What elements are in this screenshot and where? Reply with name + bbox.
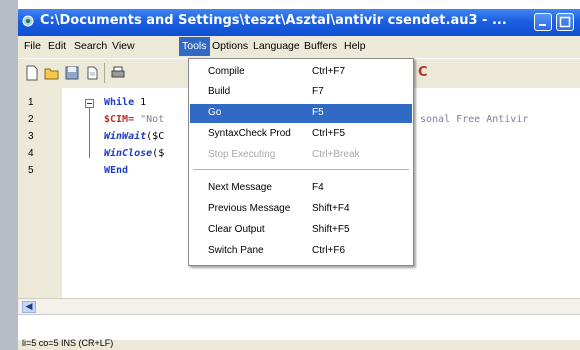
screen-left-edge <box>0 0 18 350</box>
menu-item-switch-pane[interactable]: Switch Pane Ctrl+F6 <box>190 242 412 261</box>
app-icon <box>22 15 34 27</box>
menu-language[interactable]: Language <box>253 40 300 52</box>
status-text: li=5 co=5 INS (CR+LF) <box>22 338 114 348</box>
open-folder-icon[interactable] <box>44 65 60 81</box>
menu-buffers[interactable]: Buffers <box>304 40 337 52</box>
output-pane[interactable] <box>18 314 580 341</box>
menu-tools[interactable]: Tools <box>179 37 210 56</box>
minimize-button[interactable] <box>534 13 552 31</box>
menu-help[interactable]: Help <box>344 40 366 52</box>
line-number: 3 <box>28 131 34 142</box>
menu-item-go[interactable]: Go F5 <box>190 104 412 123</box>
fold-toggle-icon[interactable] <box>85 99 94 108</box>
line-number: 2 <box>28 114 34 125</box>
copy-file-icon[interactable] <box>84 65 100 81</box>
minimize-icon <box>539 24 546 26</box>
new-file-icon[interactable] <box>24 65 40 81</box>
menu-search[interactable]: Search <box>74 40 107 52</box>
code-line: WEnd <box>104 165 129 176</box>
menu-item-build[interactable]: Build F7 <box>190 83 412 102</box>
code-line: While 1 <box>104 97 147 108</box>
maximize-icon <box>559 16 571 28</box>
menu-item-clear-output[interactable]: Clear Output Shift+F5 <box>190 221 412 240</box>
menu-edit[interactable]: Edit <box>48 40 66 52</box>
save-icon[interactable] <box>64 65 80 81</box>
line-number: 5 <box>28 165 34 176</box>
code-line: $CIM= "Not <box>104 114 165 125</box>
menu-options[interactable]: Options <box>212 40 248 52</box>
horizontal-scrollbar[interactable]: ◀ <box>18 298 580 315</box>
maximize-button[interactable] <box>556 13 574 31</box>
menu-separator <box>193 169 409 170</box>
line-number: 4 <box>28 148 34 159</box>
status-bar: li=5 co=5 INS (CR+LF) <box>18 338 580 350</box>
fold-guide-line <box>89 108 90 158</box>
line-number-gutter <box>18 88 62 298</box>
code-line-continuation: sonal Free Antivir <box>420 114 529 125</box>
menu-item-next-message[interactable]: Next Message F4 <box>190 179 412 198</box>
tools-menu-dropdown: Compile Ctrl+F7 Build F7 Go F5 SyntaxCheck … <box>188 58 414 266</box>
menu-file[interactable]: File <box>24 40 41 52</box>
scroll-left-arrow-icon[interactable]: ◀ <box>22 301 36 313</box>
menu-item-syntaxcheck-prod[interactable]: SyntaxCheck Prod Ctrl+F5 <box>190 125 412 144</box>
menu-bar: File Edit Search View Tools Options Lang… <box>18 36 580 58</box>
code-line: WinWait($C <box>104 131 165 142</box>
window-titlebar[interactable]: C:\Documents and Settings\teszt\Asztal\a… <box>18 9 580 36</box>
line-number: 1 <box>28 97 34 108</box>
toolbar-separator <box>104 63 105 83</box>
menu-item-compile[interactable]: Compile Ctrl+F7 <box>190 63 412 82</box>
window-title: C:\Documents and Settings\teszt\Asztal\a… <box>40 13 507 28</box>
menu-item-stop-executing: Stop Executing Ctrl+Break <box>208 149 360 160</box>
print-icon[interactable] <box>110 65 126 81</box>
toolbar-trailing-icon[interactable]: C <box>418 65 428 80</box>
screen-top-edge <box>0 0 580 9</box>
menu-view[interactable]: View <box>112 40 135 52</box>
code-line: WinClose($ <box>104 148 165 159</box>
menu-item-previous-message[interactable]: Previous Message Shift+F4 <box>190 200 412 219</box>
